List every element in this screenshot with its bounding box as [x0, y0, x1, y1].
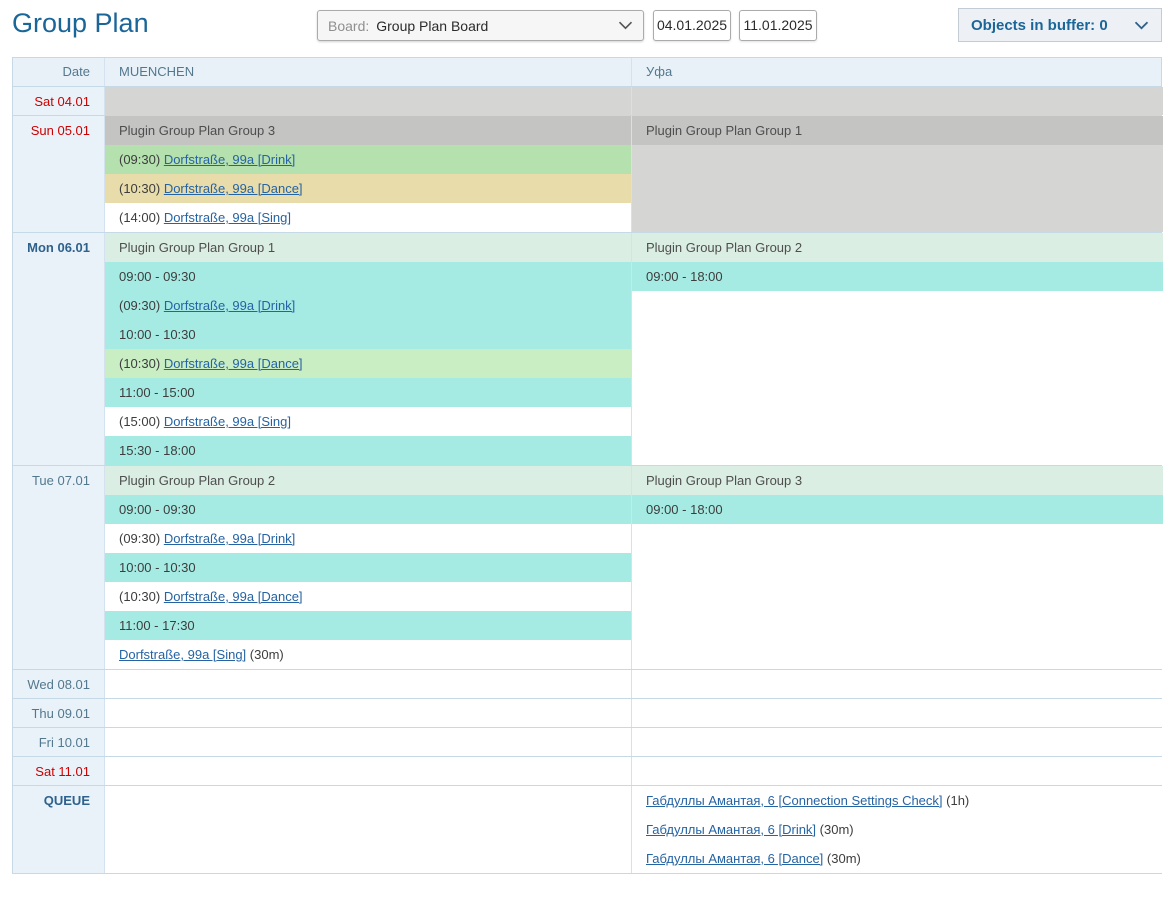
busy-interval: 09:00 - 09:30 [105, 262, 631, 291]
appointment: (10:30) Dorfstraße, 99a [Dance] [105, 174, 631, 203]
busy-interval: 09:00 - 18:00 [632, 495, 1163, 524]
day-row: Wed 08.01 [13, 669, 1161, 698]
plan-cell-ufa [631, 699, 1163, 727]
appointment: (09:30) Dorfstraße, 99a [Drink] [105, 145, 631, 174]
group-header: Plugin Group Plan Group 1 [632, 116, 1163, 145]
busy-interval: 10:00 - 10:30 [105, 553, 631, 582]
chevron-down-icon [618, 21, 633, 30]
table-header-row: Date MUENCHEN Уфа [13, 58, 1161, 86]
day-rows: Sat 04.01Sun 05.01Plugin Group Plan Grou… [13, 86, 1161, 873]
busy-interval: 15:30 - 18:00 [105, 436, 631, 465]
appointment: (09:30) Dorfstraße, 99a [Drink] [105, 524, 631, 553]
appointment-link[interactable]: Dorfstraße, 99a [Dance] [164, 589, 303, 604]
appointment: Габдуллы Амантая, 6 [Connection Settings… [632, 786, 1163, 815]
column-header-ufa: Уфа [631, 58, 1163, 86]
appointment: (14:00) Dorfstraße, 99a [Sing] [105, 203, 631, 232]
plan-cell-ufa [631, 757, 1163, 785]
board-select[interactable]: Board: Group Plan Board [317, 10, 644, 41]
plan-cell-mue [104, 728, 631, 756]
objects-in-buffer-label: Objects in buffer: 0 [971, 17, 1108, 34]
objects-in-buffer-count: 0 [1099, 17, 1107, 34]
appointment: (15:00) Dorfstraße, 99a [Sing] [105, 407, 631, 436]
appointment-link[interactable]: Габдуллы Амантая, 6 [Dance] [646, 851, 823, 866]
date-cell: Fri 10.01 [13, 728, 104, 756]
day-row: Thu 09.01 [13, 698, 1161, 727]
date-to-input[interactable]: 11.01.2025 [739, 10, 817, 41]
plan-cell-ufa: Габдуллы Амантая, 6 [Connection Settings… [631, 786, 1163, 873]
unavailable-fill [632, 145, 1163, 232]
date-cell: Sat 11.01 [13, 757, 104, 785]
appointment: Габдуллы Амантая, 6 [Drink] (30m) [632, 815, 1163, 844]
plan-cell-mue: Plugin Group Plan Group 3(09:30) Dorfstr… [104, 116, 631, 232]
date-from-input[interactable]: 04.01.2025 [653, 10, 731, 41]
appointment: (09:30) Dorfstraße, 99a [Drink] [105, 291, 631, 320]
day-row: Sun 05.01Plugin Group Plan Group 3(09:30… [13, 115, 1161, 232]
board-select-label: Board: [328, 18, 369, 34]
plan-cell-ufa: Plugin Group Plan Group 309:00 - 18:00 [631, 466, 1163, 669]
appointment-link[interactable]: Dorfstraße, 99a [Drink] [164, 298, 296, 313]
appointment-link[interactable]: Dorfstraße, 99a [Dance] [164, 356, 303, 371]
day-row: QUEUE Габдуллы Амантая, 6 [Connection Set… [13, 785, 1161, 873]
plan-cell-mue [104, 757, 631, 785]
appointment-link[interactable]: Габдуллы Амантая, 6 [Connection Settings… [646, 793, 943, 808]
plan-cell-mue [104, 786, 631, 873]
day-row: Fri 10.01 [13, 727, 1161, 756]
appointment-link[interactable]: Dorfstraße, 99a [Sing] [164, 210, 291, 225]
appointment-link[interactable]: Dorfstraße, 99a [Sing] [119, 647, 246, 662]
column-header-muenchen: MUENCHEN [104, 58, 631, 86]
group-header: Plugin Group Plan Group 3 [105, 116, 631, 145]
appointment-link[interactable]: Dorfstraße, 99a [Sing] [164, 414, 291, 429]
board-select-value: Group Plan Board [376, 18, 488, 34]
date-cell: Sun 05.01 [13, 116, 104, 232]
appointment-link[interactable]: Габдуллы Амантая, 6 [Drink] [646, 822, 816, 837]
day-row: Sat 04.01 [13, 86, 1161, 115]
busy-interval: 09:00 - 18:00 [632, 262, 1163, 291]
plan-cell-ufa [631, 87, 1163, 115]
busy-interval: 09:00 - 09:30 [105, 495, 631, 524]
appointment-link[interactable]: Dorfstraße, 99a [Drink] [164, 531, 296, 546]
group-plan-table: Date MUENCHEN Уфа Sat 04.01Sun 05.01Plug… [12, 57, 1162, 874]
group-header: Plugin Group Plan Group 3 [632, 466, 1163, 495]
plan-cell-mue: Plugin Group Plan Group 109:00 - 09:30(0… [104, 233, 631, 465]
toolbar: Group Plan Board: Group Plan Board 04.01… [0, 0, 1174, 52]
date-cell: Wed 08.01 [13, 670, 104, 698]
busy-interval: 11:00 - 15:00 [105, 378, 631, 407]
plan-cell-mue [104, 699, 631, 727]
plan-cell-ufa: Plugin Group Plan Group 1 [631, 116, 1163, 232]
plan-cell-mue [104, 87, 631, 115]
appointment: (10:30) Dorfstraße, 99a [Dance] [105, 349, 631, 378]
plan-cell-ufa: Plugin Group Plan Group 209:00 - 18:00 [631, 233, 1163, 465]
busy-interval: 10:00 - 10:30 [105, 320, 631, 349]
appointment: (10:30) Dorfstraße, 99a [Dance] [105, 582, 631, 611]
unavailable-fill [105, 87, 631, 115]
plan-cell-ufa [631, 670, 1163, 698]
date-cell: Sat 04.01 [13, 87, 104, 115]
plan-cell-mue [104, 670, 631, 698]
busy-interval: 11:00 - 17:30 [105, 611, 631, 640]
day-row: Sat 11.01 [13, 756, 1161, 785]
appointment-link[interactable]: Dorfstraße, 99a [Drink] [164, 152, 296, 167]
chevron-down-icon [1134, 21, 1149, 30]
group-header: Plugin Group Plan Group 1 [105, 233, 631, 262]
group-header: Plugin Group Plan Group 2 [632, 233, 1163, 262]
day-row: Mon 06.01Plugin Group Plan Group 109:00 … [13, 232, 1161, 465]
plan-cell-mue: Plugin Group Plan Group 209:00 - 09:30(0… [104, 466, 631, 669]
plan-cell-ufa [631, 728, 1163, 756]
unavailable-fill [632, 87, 1163, 115]
date-cell: Thu 09.01 [13, 699, 104, 727]
appointment-link[interactable]: Dorfstraße, 99a [Dance] [164, 181, 303, 196]
objects-in-buffer-toggle[interactable]: Objects in buffer: 0 [958, 8, 1162, 42]
column-header-date: Date [13, 58, 104, 86]
date-cell: Tue 07.01 [13, 466, 104, 669]
date-cell: Mon 06.01 [13, 233, 104, 465]
appointment: Dorfstraße, 99a [Sing] (30m) [105, 640, 631, 669]
page-title: Group Plan [12, 8, 149, 39]
date-cell: QUEUE [13, 786, 104, 873]
group-header: Plugin Group Plan Group 2 [105, 466, 631, 495]
day-row: Tue 07.01Plugin Group Plan Group 209:00 … [13, 465, 1161, 669]
appointment: Габдуллы Амантая, 6 [Dance] (30m) [632, 844, 1163, 873]
